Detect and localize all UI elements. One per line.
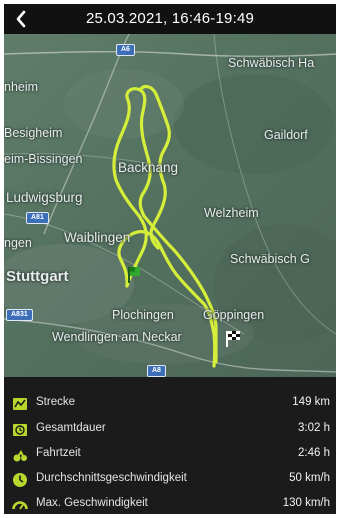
stat-row-riding-time: Fahrtzeit 2:46 h	[4, 443, 336, 467]
app-frame: 25.03.2021, 16:46-19:49 Schwäbisch Ha nh…	[0, 0, 340, 518]
stat-value: 149 km	[292, 396, 330, 408]
place-label: Plochingen	[112, 308, 174, 322]
stat-row-max-speed: Max. Geschwindigkeit 130 km/h	[4, 493, 336, 517]
place-label: eim-Bissingen	[4, 152, 83, 166]
distance-icon	[13, 398, 27, 410]
stat-value: 130 km/h	[282, 497, 330, 509]
stat-row-distance: Strecke 149 km	[4, 392, 336, 416]
stat-value: 3:02 h	[298, 422, 330, 434]
road-shield: A6	[116, 44, 135, 56]
stat-row-average-speed: Durchschnittsgeschwindigkeit 50 km/h	[4, 468, 336, 492]
place-label: ngen	[4, 236, 32, 250]
stat-label: Max. Geschwindigkeit	[36, 497, 148, 509]
page-title: 25.03.2021, 16:46-19:49	[85, 10, 255, 27]
stat-value: 2:46 h	[298, 447, 330, 459]
place-label: Schwäbisch G	[230, 252, 310, 266]
place-label: Ludwigsburg	[6, 190, 83, 205]
riding-time-icon	[13, 450, 27, 462]
place-label: Welzheim	[204, 206, 259, 220]
place-label: Wendlingen am Neckar	[52, 330, 182, 344]
place-label: Waiblingen	[64, 230, 131, 245]
route-map[interactable]: Schwäbisch Ha nheim Besigheim Gaildorf e…	[4, 34, 336, 377]
road-shield: A81	[26, 212, 49, 224]
stat-label: Fahrtzeit	[36, 447, 81, 459]
place-label: Stuttgart	[6, 268, 69, 285]
max-speed-icon	[12, 501, 28, 510]
place-label: Schwäbisch Ha	[228, 56, 315, 70]
top-bar: 25.03.2021, 16:46-19:49	[4, 4, 336, 34]
stat-label: Gesamtdauer	[36, 422, 106, 434]
total-duration-icon	[13, 424, 27, 436]
road-shield: A831	[6, 309, 33, 321]
stat-value: 50 km/h	[289, 472, 330, 484]
place-label: Backnang	[118, 160, 179, 175]
stat-label: Strecke	[36, 396, 75, 408]
place-label: Besigheim	[4, 126, 63, 140]
map-background	[4, 34, 336, 377]
place-label: Gaildorf	[264, 128, 308, 142]
road-shield: A8	[147, 365, 166, 377]
stat-label: Durchschnittsgeschwindigkeit	[36, 472, 187, 484]
stat-row-total-duration: Gesamtdauer 3:02 h	[4, 418, 336, 442]
average-speed-icon	[13, 473, 27, 487]
stats-panel: Strecke 149 km Gesamtdauer 3:02 h Fahrtz…	[4, 377, 336, 514]
place-label: Göppingen	[203, 308, 265, 322]
place-label: nheim	[4, 80, 39, 94]
